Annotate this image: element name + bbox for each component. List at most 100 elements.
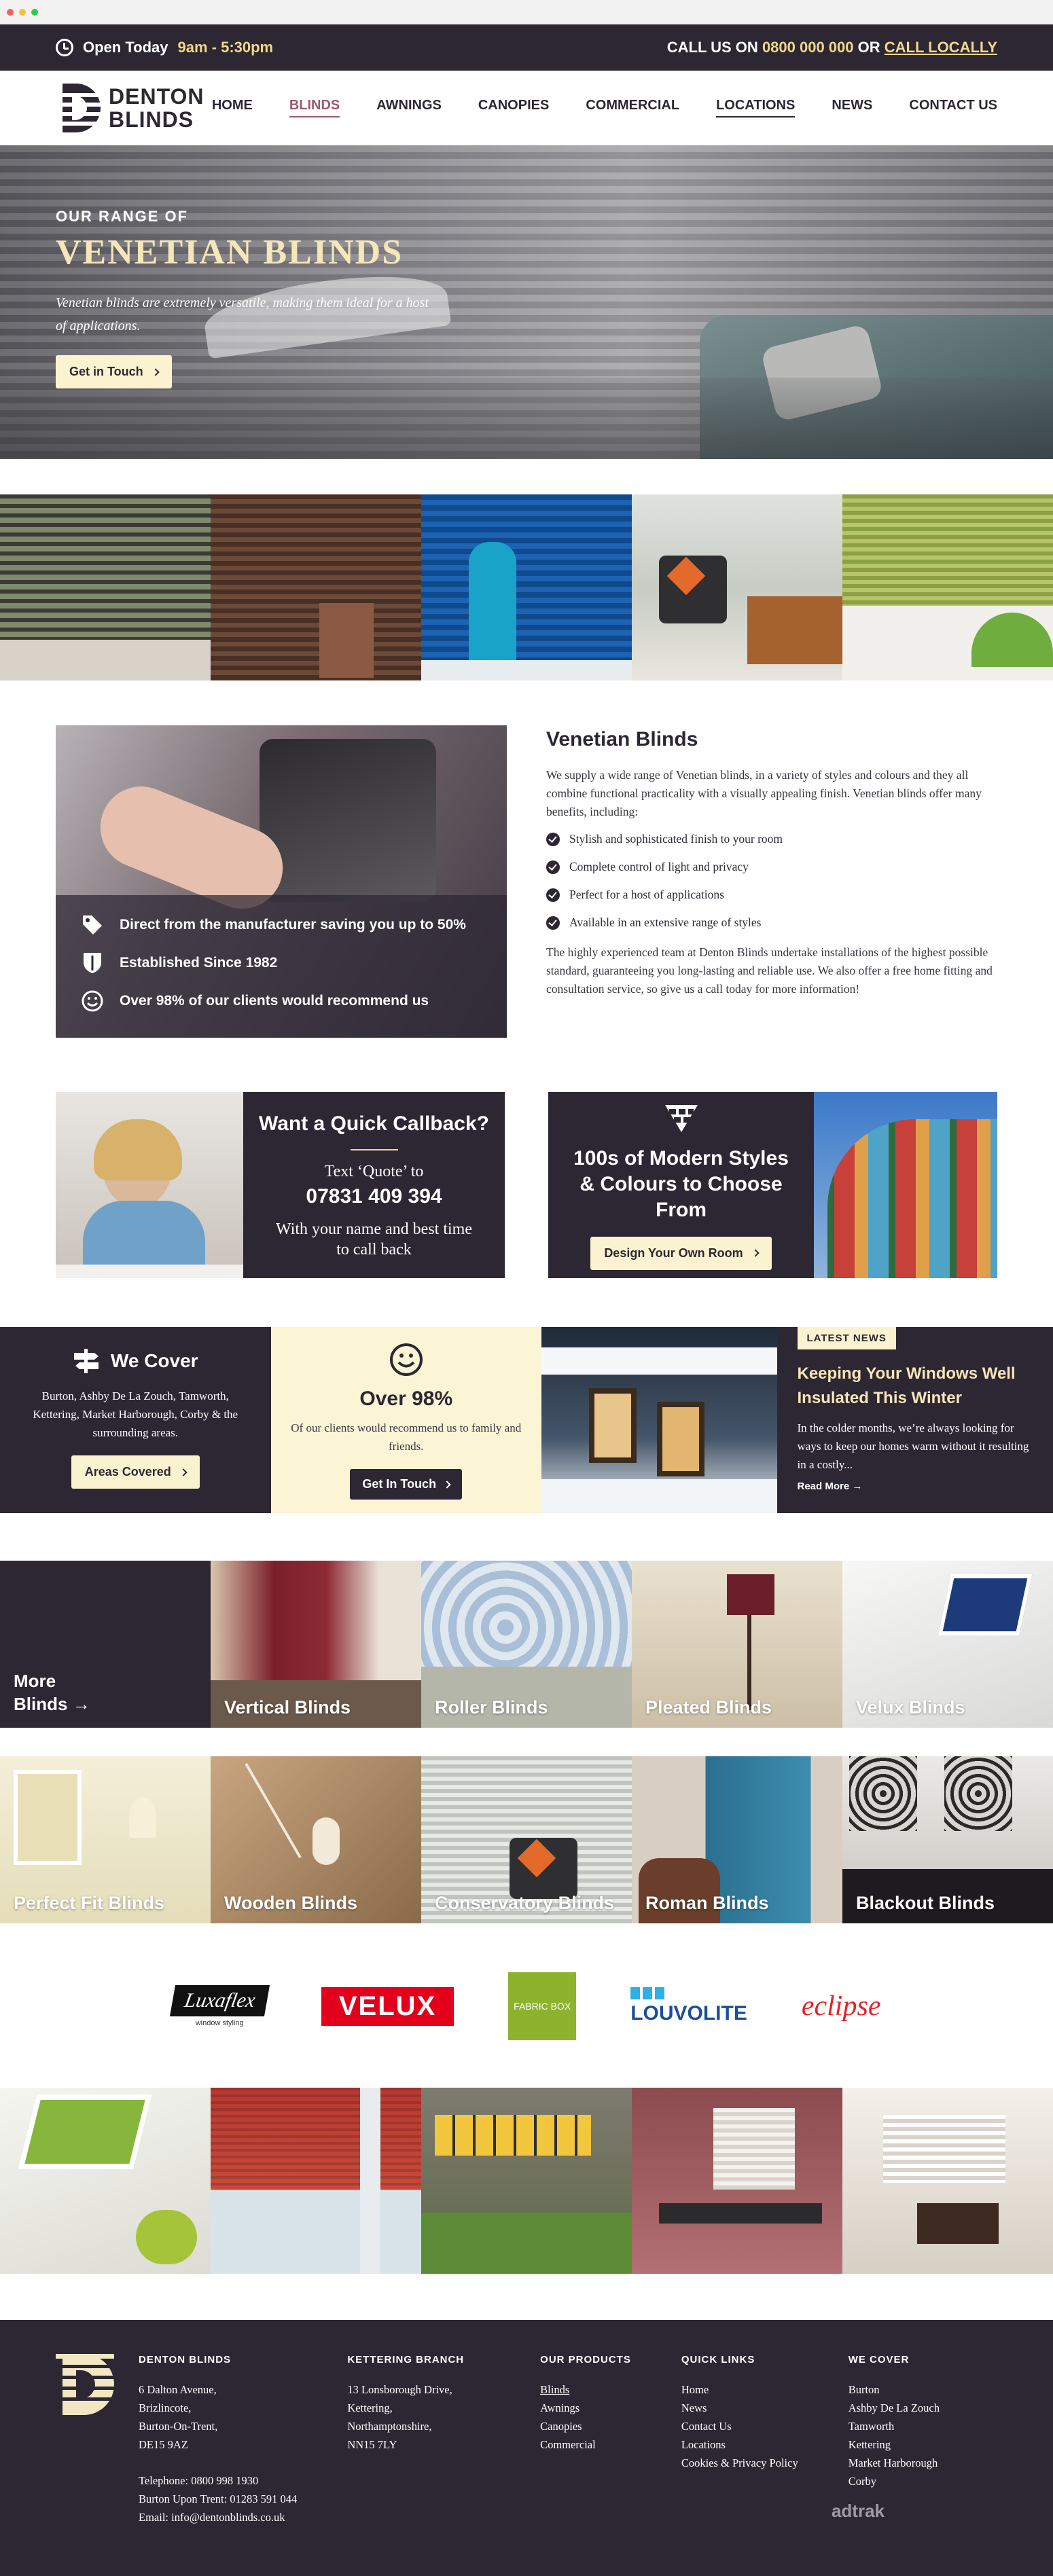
gallery-image (421, 2088, 632, 2274)
winter-window-image (541, 1327, 777, 1513)
nav-item-awnings[interactable]: AWNINGS (376, 98, 442, 117)
brand-logos: Luxaflex window styling VELUX FABRIC BOX… (0, 1945, 1053, 2067)
footer-logo-icon (56, 2354, 114, 2415)
minimize-window-dot[interactable] (19, 9, 26, 16)
gallery-image (842, 494, 1053, 681)
hero-title: VENETIAN BLINDS (56, 232, 436, 272)
intro-section: Direct from the manufacturer saving you … (0, 681, 1053, 1038)
product-tile-vertical-blinds[interactable]: Vertical Blinds (211, 1561, 421, 1728)
product-tile-velux-blinds[interactable]: Velux Blinds (842, 1561, 1053, 1728)
maximize-window-dot[interactable] (31, 9, 38, 16)
nav-item-contact-us[interactable]: CONTACT US (909, 98, 997, 117)
footer-link-commercial[interactable]: Commercial (540, 2435, 631, 2454)
we-cover-text: Burton, Ashby De La Zouch, Tamworth, Ket… (18, 1387, 253, 1442)
footer-telephone[interactable]: Telephone: 0800 998 1930 (139, 2471, 297, 2490)
phone-link[interactable]: 0800 000 000 (762, 39, 854, 56)
product-row: Perfect Fit Blinds Wooden Blinds Conserv… (0, 1756, 1053, 1923)
nav-item-commercial[interactable]: COMMERCIAL (586, 98, 679, 117)
approval-title: Over 98% (289, 1387, 524, 1411)
get-in-touch-button[interactable]: Get In Touch (350, 1469, 462, 1500)
close-window-dot[interactable] (7, 9, 14, 16)
gallery-image (421, 494, 632, 681)
benefit-item: Available in an extensive range of style… (546, 915, 997, 930)
hero-kicker: OUR RANGE OF (56, 208, 436, 225)
gallery-image (0, 494, 211, 681)
opening-hours: Open Today 9am - 5:30pm (56, 39, 273, 56)
approval-text: Of our clients would recommend us to fam… (289, 1419, 524, 1455)
product-tile-perfect-fit-blinds[interactable]: Perfect Fit Blinds (0, 1756, 211, 1923)
gallery-image (211, 2088, 421, 2274)
footer-kettering-column: KETTERING BRANCH 13 Lonsborough Drive, K… (347, 2354, 464, 2576)
price-tag-icon (80, 913, 105, 937)
nav-item-canopies[interactable]: CANOPIES (478, 98, 549, 117)
footer-link-awnings[interactable]: Awnings (540, 2399, 631, 2417)
approval-panel: Over 98% Of our clients would recommend … (271, 1327, 542, 1513)
feature-overlay: Direct from the manufacturer saving you … (56, 895, 507, 1038)
footer-link-canopies[interactable]: Canopies (540, 2417, 631, 2435)
nav-item-locations[interactable]: LOCATIONS (716, 98, 795, 117)
footer-link-news[interactable]: News (681, 2399, 798, 2417)
callback-detail: With your name and best time to call bac… (272, 1219, 476, 1260)
news-title[interactable]: Keeping Your Windows Well Insulated This… (798, 1362, 1033, 1411)
louvolite-logo: LOUVOLITE (630, 1987, 747, 2025)
areas-covered-button[interactable]: Areas Covered (71, 1455, 200, 1489)
nav-item-home[interactable]: HOME (212, 98, 253, 117)
call-us: CALL US ON 0800 000 000 OR CALL LOCALLY (667, 39, 997, 56)
hero-get-in-touch-button[interactable]: Get in Touch (56, 355, 172, 388)
more-blinds-tile[interactable]: More Blinds → (0, 1561, 211, 1728)
nav-item-blinds[interactable]: BLINDS (289, 98, 340, 117)
footer-we-cover-column: WE COVER Burton Ashby De La Zouch Tamwor… (849, 2354, 940, 2576)
footer-burton-phone[interactable]: Burton Upon Trent: 01283 591 044 (139, 2490, 297, 2508)
product-tile-wooden-blinds[interactable]: Wooden Blinds (211, 1756, 421, 1923)
product-tile-conservatory-blinds[interactable]: Conservatory Blinds (421, 1756, 632, 1923)
callback-promo: Want a Quick Callback? Text ‘Quote’ to 0… (56, 1092, 505, 1278)
site-footer: DENTON BLINDS 6 Dalton Avenue, Brizlinco… (0, 2320, 1053, 2576)
product-tile-roman-blinds[interactable]: Roman Blinds (632, 1756, 842, 1923)
footer-link-locations[interactable]: Locations (681, 2435, 798, 2454)
feature-item: Established Since 1982 (80, 951, 482, 975)
footer-link-home[interactable]: Home (681, 2380, 798, 2399)
footer-link-cookies[interactable]: Cookies & Privacy Policy (681, 2454, 798, 2472)
news-excerpt: In the colder months, we’re always looki… (798, 1419, 1033, 1474)
footer-link-blinds[interactable]: Blinds (540, 2380, 631, 2399)
swatch-shield-icon (662, 1101, 700, 1135)
product-tile-blackout-blinds[interactable]: Blackout Blinds (842, 1756, 1053, 1923)
signpost-icon (73, 1347, 100, 1375)
intro-paragraph: We supply a wide range of Venetian blind… (546, 766, 997, 821)
footer-link-contact[interactable]: Contact Us (681, 2417, 798, 2435)
callback-title: Want a Quick Callback? (259, 1111, 489, 1137)
nav-menu: HOME BLINDS AWNINGS CANOPIES COMMERCIAL … (212, 98, 997, 117)
product-tile-pleated-blinds[interactable]: Pleated Blinds (632, 1561, 842, 1728)
design-your-own-room-button[interactable]: Design Your Own Room (590, 1237, 771, 1270)
venetian-gallery-strip (0, 494, 1053, 681)
logo-mark-icon (56, 84, 101, 132)
product-row: More Blinds → Vertical Blinds Roller Bli… (0, 1561, 1053, 1728)
feature-item: Over 98% of our clients would recommend … (80, 989, 482, 1013)
chevron-right-icon (751, 1249, 759, 1256)
adtrak-credit-logo[interactable]: adtrak (832, 2501, 885, 2522)
styles-title: 100s of Modern Styles & Colours to Choos… (569, 1146, 793, 1223)
call-locally-link[interactable]: CALL LOCALLY (885, 39, 997, 56)
eclipse-logo: eclipse (802, 1990, 881, 2022)
hero-text: Venetian blinds are extremely versatile,… (56, 291, 436, 338)
read-more-link[interactable]: Read More → (798, 1481, 1033, 1492)
fabric-box-logo: FABRIC BOX (508, 1972, 576, 2040)
styles-panel: 100s of Modern Styles & Colours to Choos… (548, 1092, 814, 1278)
footer-email[interactable]: Email: info@dentonblinds.co.uk (139, 2508, 297, 2526)
checkmark-icon (546, 833, 560, 846)
browser-chrome (0, 0, 1053, 24)
woman-on-phone-image (56, 1092, 243, 1278)
shield-icon (80, 951, 105, 975)
site-logo[interactable]: DENTON BLINDS (56, 84, 204, 132)
promo-row: Want a Quick Callback? Text ‘Quote’ to 0… (0, 1038, 1053, 1278)
info-row: We Cover Burton, Ashby De La Zouch, Tamw… (0, 1327, 1053, 1513)
product-tile-roller-blinds[interactable]: Roller Blinds (421, 1561, 632, 1728)
nav-item-news[interactable]: NEWS (832, 98, 872, 117)
gallery-image (842, 2088, 1053, 2274)
checkmark-icon (546, 916, 560, 930)
footer-products-column: OUR PRODUCTS Blinds Awnings Canopies Com… (540, 2354, 631, 2576)
callback-number[interactable]: 07831 409 394 (306, 1185, 442, 1208)
logo-text: DENTON BLINDS (109, 85, 204, 131)
gallery-image (632, 2088, 842, 2274)
callback-text: Text ‘Quote’ to (325, 1163, 424, 1181)
